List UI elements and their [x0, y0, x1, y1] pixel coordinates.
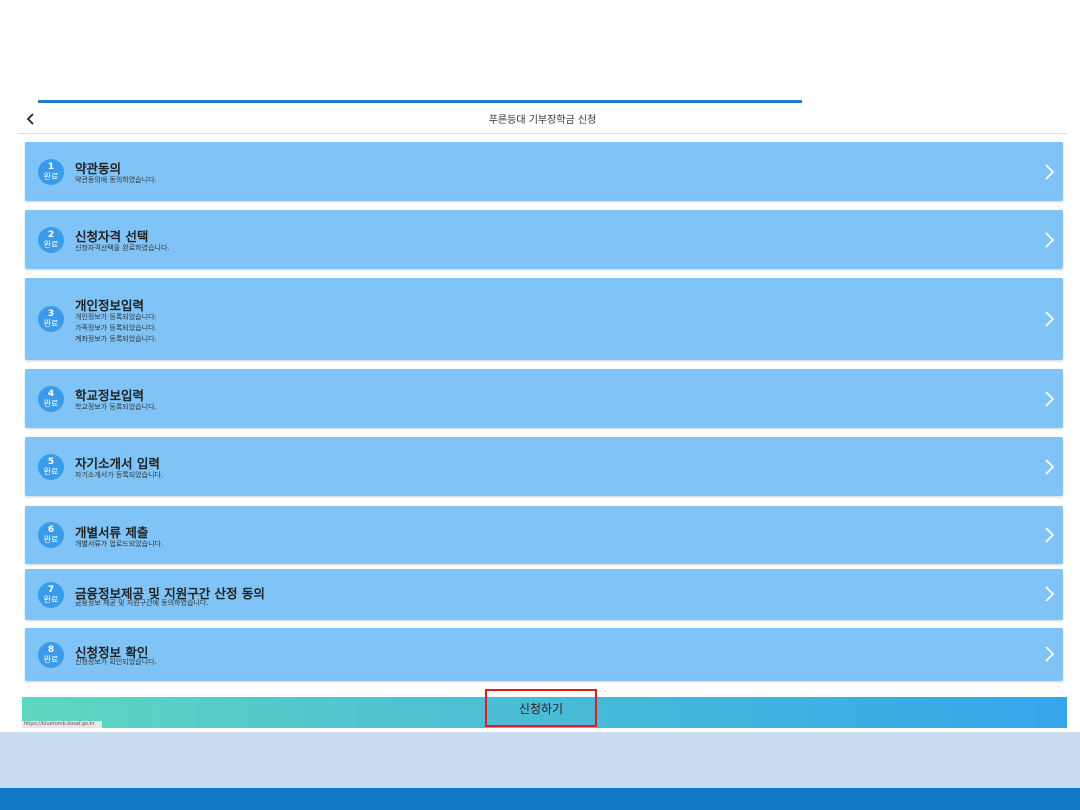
step-item-documents[interactable]: 6 완료 개별서류 제출 개별서류가 업로드되었습니다.	[25, 506, 1063, 564]
step-item-financial-consent[interactable]: 7 완료 금융정보제공 및 지원구간 산정 동의 금융정보 제공 및 지원구간에 …	[25, 569, 1063, 620]
step-item-eligibility[interactable]: 2 완료 신청자격 선택 신청자격선택을 완료하였습니다.	[25, 210, 1063, 269]
status-url: https://bluetomb.kosaf.go.kr	[22, 721, 102, 728]
step-description: 개인정보가 등록되었습니다.	[75, 313, 157, 321]
chevron-right-icon	[1045, 232, 1055, 248]
step-badge: 3 완료	[38, 306, 64, 332]
step-description: 가족정보가 등록되었습니다.	[75, 324, 157, 332]
progress-line	[38, 100, 802, 103]
step-item-school-info[interactable]: 4 완료 학교정보입력 학교정보가 등록되었습니다.	[25, 369, 1063, 428]
step-badge: 5 완료	[38, 454, 64, 480]
step-description: 약관동의에 동의하였습니다.	[75, 176, 157, 184]
step-description: 신청자격선택을 완료하였습니다.	[75, 244, 170, 252]
step-description: 계좌정보가 등록되었습니다.	[75, 335, 157, 343]
step-badge: 7 완료	[38, 582, 64, 608]
step-badge: 4 완료	[38, 386, 64, 412]
chevron-right-icon	[1045, 527, 1055, 543]
step-item-personal-info[interactable]: 3 완료 개인정보입력 개인정보가 등록되었습니다. 가족정보가 등록되었습니다.…	[25, 278, 1063, 360]
step-badge: 1 완료	[38, 159, 64, 185]
step-description: 신청정보가 확인되었습니다.	[75, 658, 157, 666]
step-description: 학교정보가 등록되었습니다.	[75, 403, 157, 411]
chevron-right-icon	[1045, 391, 1055, 407]
footer-band-light	[0, 732, 1080, 788]
step-item-confirmation[interactable]: 8 완료 신청정보 확인 신청정보가 확인되었습니다.	[25, 628, 1063, 681]
step-item-self-introduction[interactable]: 5 완료 자기소개서 입력 자기소개서가 등록되었습니다.	[25, 437, 1063, 496]
submit-button[interactable]: 신청하기	[485, 689, 597, 727]
step-description: 개별서류가 업로드되었습니다.	[75, 540, 164, 548]
step-badge: 2 완료	[38, 227, 64, 253]
footer-band-dark	[0, 788, 1080, 810]
step-description: 금융정보 제공 및 지원구간에 동의하였습니다.	[75, 599, 209, 607]
step-description: 자기소개서가 등록되었습니다.	[75, 471, 164, 479]
chevron-right-icon	[1045, 164, 1055, 180]
page-header: 푸른등대 기부장학금 신청	[18, 107, 1067, 134]
page-title: 푸른등대 기부장학금 신청	[488, 115, 597, 126]
chevron-right-icon	[1045, 459, 1055, 475]
step-badge: 6 완료	[38, 522, 64, 548]
chevron-right-icon	[1045, 586, 1055, 602]
chevron-right-icon	[1045, 646, 1055, 662]
step-item-terms[interactable]: 1 완료 약관동의 약관동의에 동의하였습니다.	[25, 142, 1063, 201]
step-badge: 8 완료	[38, 642, 64, 668]
chevron-right-icon	[1045, 311, 1055, 327]
